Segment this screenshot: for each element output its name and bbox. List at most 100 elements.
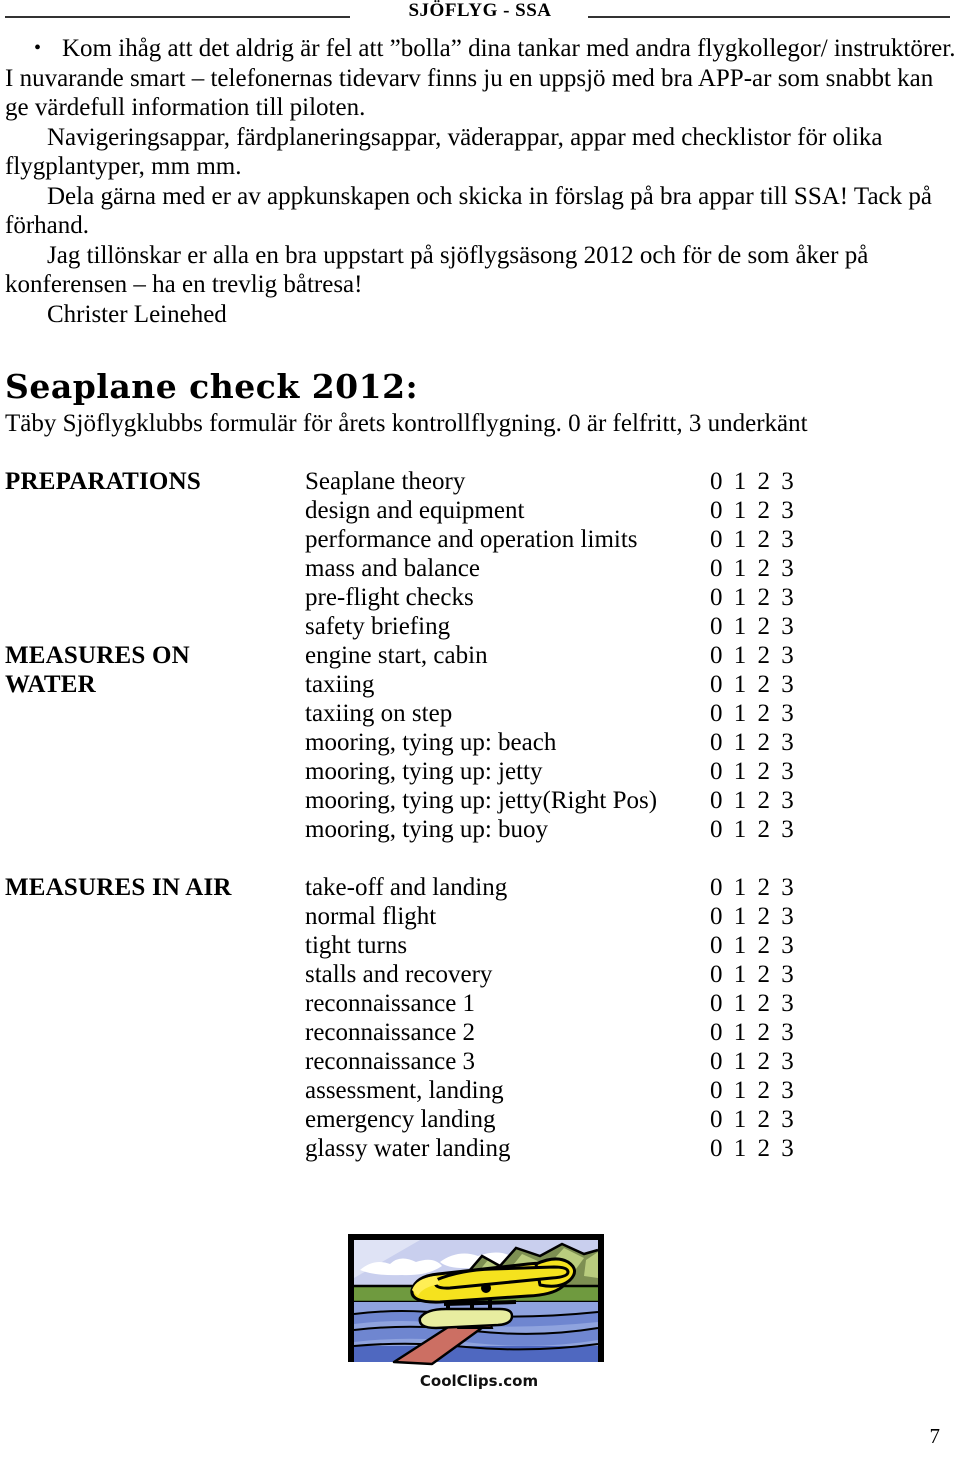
paragraph-share-knowledge: Dela gärna med er av appkunskapen och sk… bbox=[5, 182, 932, 240]
checklist-item-label: glassy water landing bbox=[305, 1135, 511, 1162]
header-rule-right bbox=[588, 16, 950, 18]
checklist-score-scale[interactable]: 0 1 2 3 bbox=[710, 699, 825, 728]
checklist-score-scale[interactable]: 0 1 2 3 bbox=[710, 873, 825, 902]
checklist-item-label: take-off and landing bbox=[305, 874, 508, 901]
checklist-score-scale[interactable]: 0 1 2 3 bbox=[710, 815, 825, 844]
section-title: Seaplane check 2012: bbox=[5, 367, 419, 406]
checklist-group-label bbox=[5, 989, 305, 1018]
checklist-row: assessment, landing 0 1 2 3 bbox=[5, 1076, 825, 1105]
checklist-score-scale[interactable]: 0 1 2 3 bbox=[710, 467, 825, 496]
checklist-item-label: mooring, tying up: jetty(Right Pos) bbox=[305, 787, 658, 814]
checklist-group-label bbox=[5, 1018, 305, 1047]
bullet-icon: • bbox=[34, 37, 42, 59]
seaplane-clipart-icon bbox=[340, 1218, 618, 1370]
checklist-score-scale[interactable]: 0 1 2 3 bbox=[710, 989, 825, 1018]
checklist-group-label bbox=[5, 757, 305, 786]
checklist-score-scale[interactable]: 0 1 2 3 bbox=[710, 1105, 825, 1134]
checklist-item-label: performance and operation limits bbox=[305, 526, 638, 553]
signature-author: Christer Leinehed bbox=[47, 300, 227, 328]
checklist-group-label bbox=[5, 525, 305, 554]
bullet-item-text: Kom ihåg att det aldrig är fel att ”boll… bbox=[62, 35, 956, 62]
seaplane-check-table: PREPARATIONS Seaplane theory 0 1 2 3 design… bbox=[5, 467, 825, 1163]
checklist-score-scale[interactable]: 0 1 2 3 bbox=[710, 1047, 825, 1076]
checklist-item-label: Seaplane theory bbox=[305, 468, 466, 495]
checklist-row: taxiing on step 0 1 2 3 bbox=[5, 699, 825, 728]
checklist-item-label: taxiing on step bbox=[305, 700, 453, 727]
checklist-item-label: normal flight bbox=[305, 903, 437, 930]
clipart-caption: CoolClips.com bbox=[419, 1372, 539, 1390]
checklist-group-label bbox=[5, 1105, 305, 1134]
checklist-row: tight turns 0 1 2 3 bbox=[5, 931, 825, 960]
checklist-item-label: safety briefing bbox=[305, 613, 451, 640]
checklist-group-label bbox=[5, 728, 305, 757]
checklist-score-scale[interactable]: 0 1 2 3 bbox=[710, 554, 825, 583]
checklist-item-label: reconnaissance 2 bbox=[305, 1019, 476, 1046]
checklist-group-label bbox=[5, 699, 305, 728]
checklist-score-scale[interactable]: 0 1 2 3 bbox=[710, 728, 825, 757]
checklist-score-scale[interactable]: 0 1 2 3 bbox=[710, 960, 825, 989]
checklist-score-scale[interactable]: 0 1 2 3 bbox=[710, 641, 825, 670]
checklist-group-label bbox=[5, 612, 305, 641]
checklist-row: emergency landing 0 1 2 3 bbox=[5, 1105, 825, 1134]
paragraph-season-wishes: Jag tillönskar er alla en bra uppstart p… bbox=[5, 241, 869, 299]
checklist-row: pre-flight checks 0 1 2 3 bbox=[5, 583, 825, 612]
checklist-score-scale[interactable]: 0 1 2 3 bbox=[710, 525, 825, 554]
header-title: SJÖFLYG - SSA bbox=[408, 0, 552, 21]
page-number: 7 bbox=[929, 1424, 941, 1448]
checklist-item-label: mooring, tying up: jetty bbox=[305, 758, 543, 785]
checklist-group-label bbox=[5, 1134, 305, 1163]
checklist-score-scale[interactable]: 0 1 2 3 bbox=[710, 612, 825, 641]
checklist-row: glassy water landing 0 1 2 3 bbox=[5, 1134, 825, 1163]
checklist-group-label bbox=[5, 1076, 305, 1105]
checklist-row: MEASURES ON engine start, cabin 0 1 2 3 bbox=[5, 641, 825, 670]
checklist-body: PREPARATIONS Seaplane theory 0 1 2 3 design… bbox=[5, 467, 825, 1163]
section-subtitle: Täby Sjöflygklubbs formulär för årets ko… bbox=[5, 410, 808, 437]
checklist-score-scale[interactable]: 0 1 2 3 bbox=[710, 1018, 825, 1047]
checklist-item-label: design and equipment bbox=[305, 497, 525, 524]
checklist-row: design and equipment 0 1 2 3 bbox=[5, 496, 825, 525]
checklist-row: safety briefing 0 1 2 3 bbox=[5, 612, 825, 641]
checklist-score-scale[interactable] bbox=[710, 844, 825, 873]
checklist-row: normal flight 0 1 2 3 bbox=[5, 902, 825, 931]
checklist-group-label bbox=[5, 815, 305, 844]
checklist-item-label: mooring, tying up: beach bbox=[305, 729, 557, 756]
checklist-row: PREPARATIONS Seaplane theory 0 1 2 3 bbox=[5, 467, 825, 496]
page-header: SJÖFLYG - SSA bbox=[0, 0, 960, 34]
paragraph-apps-intro: I nuvarande smart – telefonernas tidevar… bbox=[5, 64, 934, 122]
checklist-group-label: MEASURES ON bbox=[5, 642, 190, 669]
checklist-score-scale[interactable]: 0 1 2 3 bbox=[710, 757, 825, 786]
checklist-row: reconnaissance 1 0 1 2 3 bbox=[5, 989, 825, 1018]
checklist-item-label: mass and balance bbox=[305, 555, 480, 582]
checklist-score-scale[interactable]: 0 1 2 3 bbox=[710, 1134, 825, 1163]
checklist-group-label bbox=[5, 902, 305, 931]
checklist-group-label bbox=[5, 960, 305, 989]
checklist-item-label: engine start, cabin bbox=[305, 642, 488, 669]
checklist-score-scale[interactable]: 0 1 2 3 bbox=[710, 786, 825, 815]
bullet-list-item: • Kom ihåg att det aldrig är fel att ”bo… bbox=[0, 34, 960, 64]
checklist-score-scale[interactable]: 0 1 2 3 bbox=[710, 1076, 825, 1105]
checklist-item-label: stalls and recovery bbox=[305, 961, 493, 988]
paragraph-app-types: Navigeringsappar, färdplaneringsappar, v… bbox=[5, 123, 883, 181]
checklist-score-scale[interactable]: 0 1 2 3 bbox=[710, 931, 825, 960]
checklist-group-label bbox=[5, 931, 305, 960]
checklist-row: reconnaissance 2 0 1 2 3 bbox=[5, 1018, 825, 1047]
checklist-group-label: PREPARATIONS bbox=[5, 468, 201, 495]
checklist-group-label bbox=[5, 1047, 305, 1076]
checklist-group-label bbox=[5, 496, 305, 525]
checklist-score-scale[interactable]: 0 1 2 3 bbox=[710, 496, 825, 525]
checklist-group-label bbox=[5, 786, 305, 815]
checklist-row: WATER taxiing 0 1 2 3 bbox=[5, 670, 825, 699]
checklist-item-label: assessment, landing bbox=[305, 1077, 504, 1104]
checklist-score-scale[interactable]: 0 1 2 3 bbox=[710, 670, 825, 699]
checklist-row: performance and operation limits 0 1 2 3 bbox=[5, 525, 825, 554]
checklist-row: mooring, tying up: beach 0 1 2 3 bbox=[5, 728, 825, 757]
checklist-score-scale[interactable]: 0 1 2 3 bbox=[710, 902, 825, 931]
checklist-score-scale[interactable]: 0 1 2 3 bbox=[710, 583, 825, 612]
checklist-group-label: MEASURES IN AIR bbox=[5, 874, 232, 901]
document-body: • Kom ihåg att det aldrig är fel att ”bo… bbox=[0, 34, 960, 1163]
checklist-item-label bbox=[305, 844, 710, 873]
checklist-row: mooring, tying up: jetty(Right Pos) 0 1 2… bbox=[5, 786, 825, 815]
checklist-group-label bbox=[5, 583, 305, 612]
checklist-row: mooring, tying up: jetty 0 1 2 3 bbox=[5, 757, 825, 786]
